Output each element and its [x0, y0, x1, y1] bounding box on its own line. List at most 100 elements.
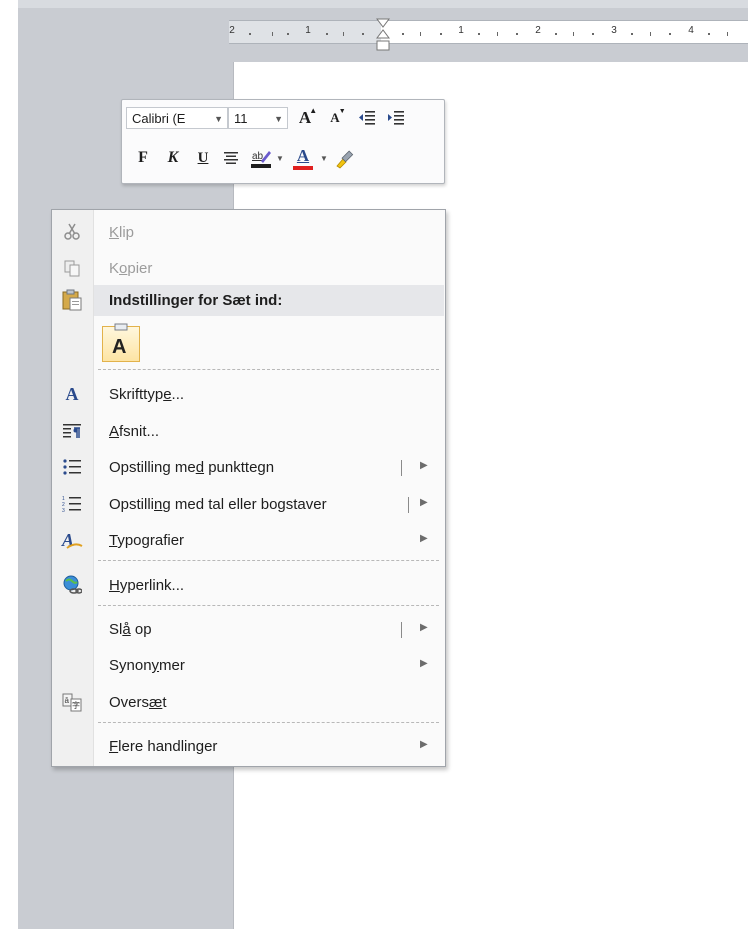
menu-item-label: Synonymer [109, 657, 185, 674]
ruler-number: 2 [229, 25, 235, 36]
font-color-dropdown-icon[interactable]: ▼ [319, 150, 329, 166]
chevron-down-icon[interactable]: ▼ [214, 108, 223, 130]
ruler-dot [287, 33, 289, 35]
ruler-tick [573, 32, 574, 36]
context-menu: Klip Kopier Indstillinger for Sæt ind: A… [51, 209, 446, 767]
menu-separator [98, 369, 439, 370]
ruler-dot [516, 33, 518, 35]
svg-text:字: 字 [72, 700, 80, 710]
hyperlink-globe-icon [61, 575, 83, 595]
svg-text:3: 3 [62, 508, 65, 513]
submenu-arrow-icon[interactable]: ▶ [420, 658, 428, 669]
underline-button[interactable]: U [192, 147, 214, 169]
bold-button[interactable]: F [132, 147, 154, 169]
ruler-dot [478, 33, 480, 35]
menu-item-cut[interactable]: Klip [52, 217, 445, 247]
menu-item-label: Skrifttype... [109, 386, 185, 403]
menu-separator [98, 722, 439, 723]
font-size-combo[interactable]: 11 ▼ [228, 107, 288, 129]
ruler-dot [555, 33, 557, 35]
menu-item-synonyms[interactable]: Synonymer ▶ [52, 650, 445, 680]
menu-item-font[interactable]: A Skrifttype... [52, 379, 445, 409]
increase-indent-icon [388, 111, 404, 125]
ruler-dot [249, 33, 251, 35]
indent-marker-icon[interactable] [376, 17, 390, 55]
split-divider [408, 497, 409, 513]
menu-item-copy[interactable]: Kopier [52, 253, 445, 283]
ruler-tick [272, 32, 273, 36]
ruler-number: 1 [458, 25, 464, 36]
font-icon: A [65, 383, 79, 404]
center-align-button[interactable] [220, 147, 242, 169]
menu-item-numbering[interactable]: 123 Opstilling med tal eller bogstaver ▶ [52, 489, 445, 519]
chevron-down-icon[interactable]: ▼ [274, 108, 283, 130]
menu-item-label: Typografier [109, 532, 185, 549]
font-color-icon: A [296, 145, 310, 165]
submenu-arrow-icon[interactable]: ▶ [420, 533, 428, 544]
submenu-arrow-icon[interactable]: ▶ [420, 460, 428, 471]
menu-item-styles[interactable]: A Typografier ▶ [52, 525, 445, 555]
ruler-tick [650, 32, 651, 36]
split-divider [401, 460, 402, 476]
ruler-tick [727, 32, 728, 36]
menu-item-label: Flere handlinger [109, 738, 218, 755]
menu-item-paragraph[interactable]: Afsnit... [52, 416, 445, 446]
font-color-button[interactable]: A [290, 145, 316, 171]
decrease-indent-icon [359, 111, 375, 125]
ruler-tick [497, 32, 498, 36]
translate-icon: ā字 [61, 692, 83, 712]
ruler-dot [326, 33, 328, 35]
menu-separator [98, 560, 439, 561]
italic-button[interactable]: K [162, 147, 184, 169]
submenu-arrow-icon[interactable]: ▶ [420, 622, 428, 633]
scissors-icon [61, 222, 83, 242]
increase-indent-button[interactable] [384, 107, 408, 129]
ruler-dot [402, 33, 404, 35]
paste-options-header: Indstillinger for Sæt ind: [94, 285, 444, 316]
menu-item-lookup[interactable]: Slå op ▶ [52, 614, 445, 644]
submenu-arrow-icon[interactable]: ▶ [420, 497, 428, 508]
submenu-arrow-icon[interactable]: ▶ [420, 739, 428, 750]
menu-item-hyperlink[interactable]: Hyperlink... [52, 570, 445, 600]
align-center-icon [224, 152, 238, 164]
menu-item-label: Opstilling med tal eller bogstaver [109, 496, 327, 513]
mini-toolbar: Calibri (E ▼ 11 ▼ A ▲ A ▼ F K U ab ▼ A ▼ [121, 99, 445, 184]
menu-item-bullets[interactable]: Opstilling med punkttegn ▶ [52, 452, 445, 482]
bullet-list-icon [61, 457, 83, 477]
menu-item-label: Slå op [109, 621, 152, 638]
format-painter-button[interactable] [332, 145, 358, 171]
ruler-number: 1 [305, 25, 311, 36]
ruler-dot [440, 33, 442, 35]
clipboard-paste-icon [61, 289, 83, 314]
grow-font-icon: A ▲ [298, 106, 318, 127]
menu-item-more-actions[interactable]: Flere handlinger ▶ [52, 731, 445, 761]
format-painter-icon [336, 150, 354, 169]
ruler-dot [669, 33, 671, 35]
ruler-dot [362, 33, 364, 35]
decrease-indent-button[interactable] [355, 107, 379, 129]
grow-font-button[interactable]: A ▲ [293, 106, 318, 129]
paste-keep-text-only-button[interactable]: A [102, 323, 140, 362]
paste-keep-text-icon: A [112, 336, 127, 358]
ruler-dot [631, 33, 633, 35]
numbered-list-icon: 123 [61, 494, 83, 514]
font-color-swatch [293, 165, 313, 170]
menu-item-label: Kopier [109, 260, 153, 277]
menu-item-label: Opstilling med punkttegn [109, 459, 275, 476]
highlight-dropdown-icon[interactable]: ▼ [275, 150, 285, 166]
paste-options-label: Indstillinger for Sæt ind: [109, 292, 283, 309]
highlight-button[interactable]: ab [248, 145, 274, 171]
menu-item-translate[interactable]: ā字 Oversæt [52, 687, 445, 717]
styles-icon: A [61, 530, 83, 550]
menu-separator [98, 605, 439, 606]
clipboard-clip-icon [114, 323, 128, 331]
ruler-dot [708, 33, 710, 35]
menu-item-label: Afsnit... [109, 423, 160, 440]
font-name-combo[interactable]: Calibri (E ▼ [126, 107, 228, 129]
font-name-value: Calibri (E [132, 111, 186, 126]
ruler-number: 4 [688, 25, 694, 36]
shrink-font-button[interactable]: A ▼ [323, 107, 347, 129]
ruler-dot [592, 33, 594, 35]
menu-item-label: Klip [109, 224, 135, 241]
left-strip [0, 0, 18, 929]
